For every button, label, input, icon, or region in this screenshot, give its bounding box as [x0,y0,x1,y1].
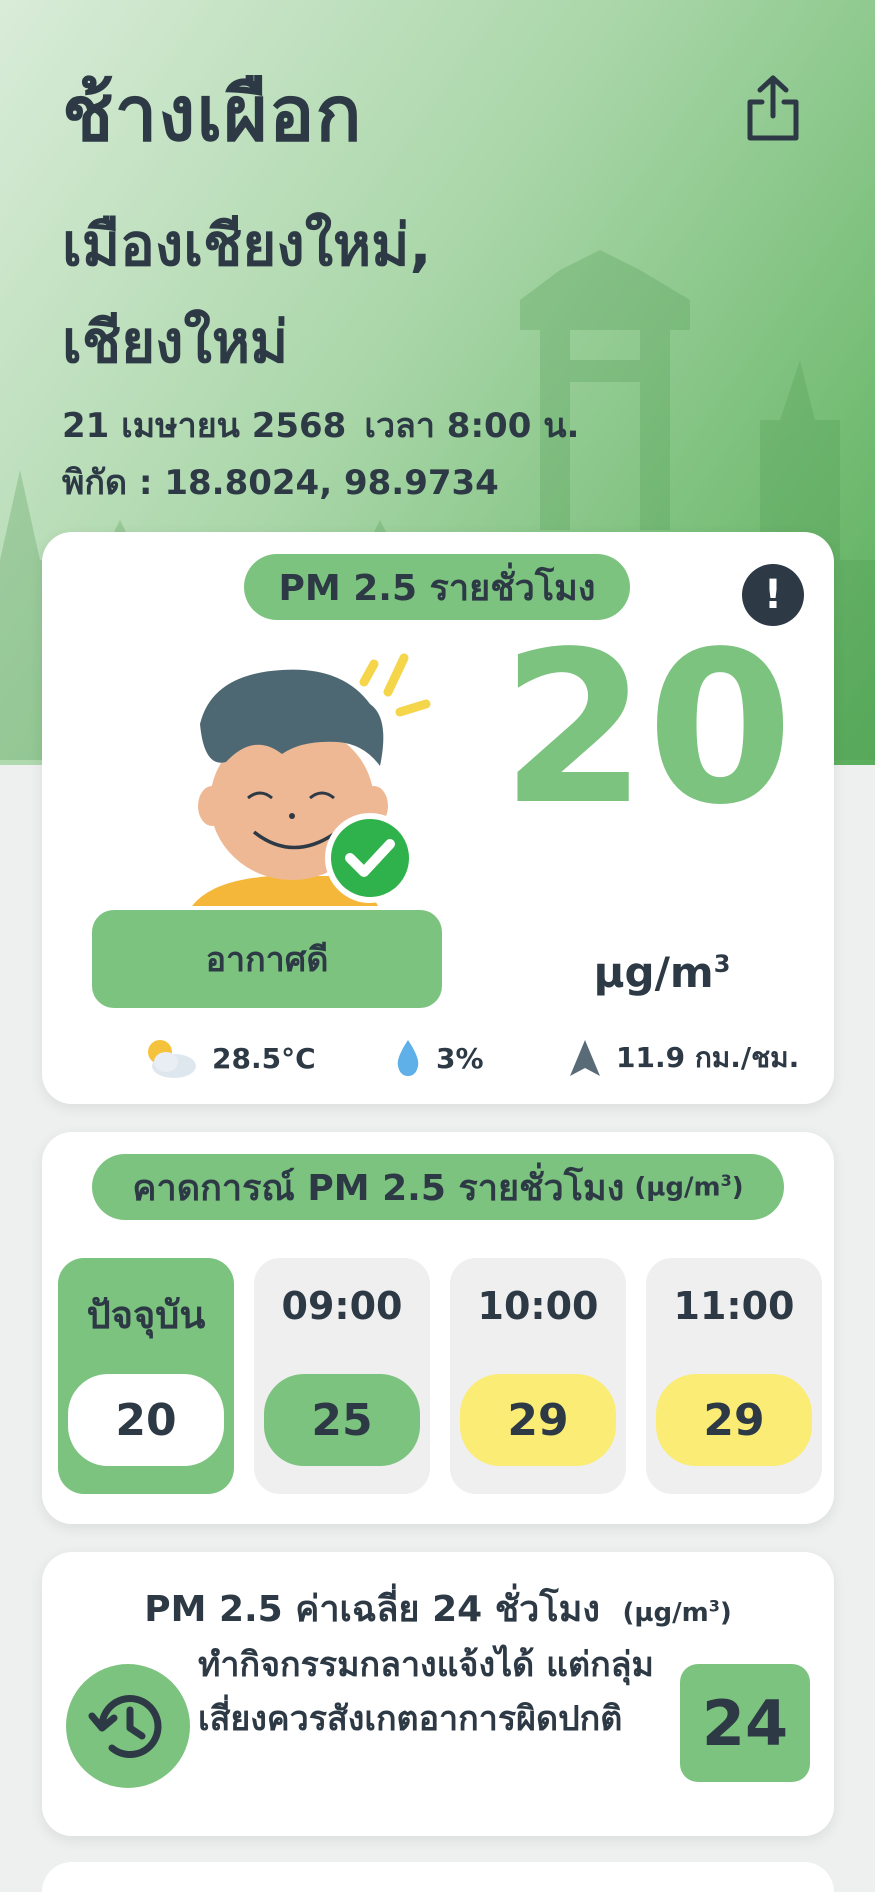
forecast-item-1000[interactable]: 10:00 29 [450,1258,626,1494]
history-button[interactable] [66,1664,190,1788]
average-unit-base: (µg/m [622,1598,709,1628]
average-label: PM 2.5 ค่าเฉลี่ย 24 ชั่วโมง (µg/m3) [42,1580,834,1637]
forecast-time: 09:00 [281,1284,403,1328]
temperature-item: 28.5°C [142,1028,316,1088]
forecast-value: 20 [68,1374,224,1466]
average-label-text: PM 2.5 ค่าเฉลี่ย 24 ชั่วโมง [144,1589,600,1630]
average-unit-exponent: 3 [708,1596,720,1616]
forecast-unit-base: (µg/m [634,1172,721,1203]
next-card-edge [42,1862,834,1892]
humidity-item: 3% [394,1028,484,1088]
air-quality-status: อากาศดี [92,910,442,1008]
average-unit-close: ) [719,1598,732,1628]
share-button[interactable] [744,72,802,144]
forecast-time: 11:00 [673,1284,795,1328]
water-drop-icon [397,1040,419,1076]
unit-base: µg/m [593,948,714,997]
forecast-value: 25 [264,1374,420,1466]
timestamp: 21 เมษายน 2568 เวลา 8:00 น. [62,398,579,452]
forecast-unit-close: ) [731,1172,744,1203]
date-text: 21 เมษายน 2568 [62,406,347,446]
wind-item: 11.9 กม./ชม. [568,1028,799,1088]
forecast-label: คาดการณ์ PM 2.5 รายชั่วโมง (µg/m3) [92,1154,784,1220]
forecast-label-text: คาดการณ์ PM 2.5 รายชั่วโมง [132,1167,625,1209]
health-advice: ทำกิจกรรมกลางแจ้งได้ แต่กลุ่มเสี่ยงควรสั… [198,1645,654,1739]
partly-cloudy-icon [148,1040,196,1078]
forecast-time: 10:00 [477,1284,599,1328]
wind-value: 11.9 กม./ชม. [616,1041,800,1074]
forecast-time: ปัจจุบัน [86,1293,206,1337]
weather-row: 28.5°C 3% 11.9 กม./ชม. [102,1028,802,1088]
forecast-item-0900[interactable]: 09:00 25 [254,1258,430,1494]
average-24h-card: PM 2.5 ค่าเฉลี่ย 24 ชั่วโมง (µg/m3) ทำกิ… [42,1552,834,1836]
forecast-unit-exponent: 3 [720,1171,732,1191]
history-icon [88,1695,162,1758]
forecast-item-current[interactable]: ปัจจุบัน 20 [58,1258,234,1494]
page-title: ช้างเผือก [62,69,363,158]
province-name: เชียงใหม่ [62,308,289,376]
district-name: เมืองเชียงใหม่, [62,211,432,279]
time-text: เวลา 8:00 น. [364,406,580,446]
coordinates: พิกัด : 18.8024, 98.9734 [62,463,499,503]
average-unit: (µg/m3) [622,1596,732,1628]
happy-face-illustration [192,653,431,906]
wind-direction-icon [570,1040,600,1076]
average-value: 24 [680,1664,810,1782]
temperature-value: 28.5°C [212,1041,316,1075]
pm25-unit: µg/m3 [562,948,762,997]
current-pm25-card: PM 2.5 รายชั่วโมง ! 20 อากาศดี µg/m3 28.… [42,532,834,1104]
humidity-value: 3% [436,1041,484,1075]
forecast-unit: (µg/m3) [634,1171,743,1203]
forecast-value: 29 [460,1374,616,1466]
pm25-value: 20 [500,606,794,851]
share-icon [747,75,799,141]
forecast-item-1100[interactable]: 11:00 29 [646,1258,822,1494]
forecast-value: 29 [656,1374,812,1466]
forecast-card: คาดการณ์ PM 2.5 รายชั่วโมง (µg/m3) ปัจจุ… [42,1132,834,1524]
unit-exponent: 3 [713,950,731,978]
